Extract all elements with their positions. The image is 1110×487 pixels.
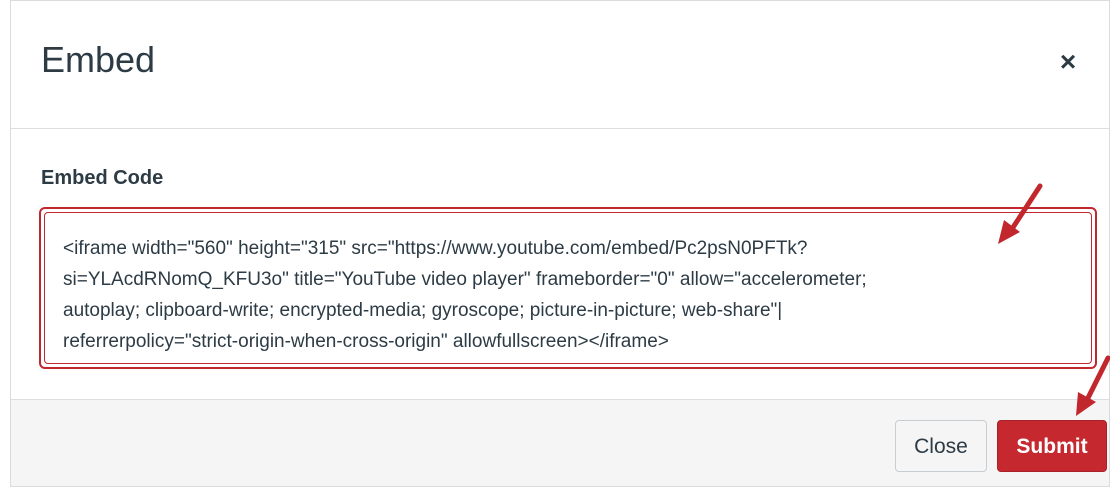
dialog-header: Embed × xyxy=(11,1,1109,129)
embed-code-textarea[interactable]: <iframe width="560" height="315" src="ht… xyxy=(44,212,1092,364)
dialog-title: Embed xyxy=(41,39,156,80)
dialog-body: Embed Code <iframe width="560" height="3… xyxy=(11,129,1109,399)
embed-code-label: Embed Code xyxy=(41,167,164,189)
close-button[interactable]: Close xyxy=(895,420,987,472)
submit-button[interactable]: Submit xyxy=(997,420,1107,472)
embed-dialog: Embed × Embed Code <iframe width="560" h… xyxy=(10,0,1110,487)
embed-code-field-wrapper: <iframe width="560" height="315" src="ht… xyxy=(39,207,1097,369)
close-icon[interactable]: × xyxy=(1055,48,1081,76)
dialog-footer: Close Submit xyxy=(11,399,1109,486)
